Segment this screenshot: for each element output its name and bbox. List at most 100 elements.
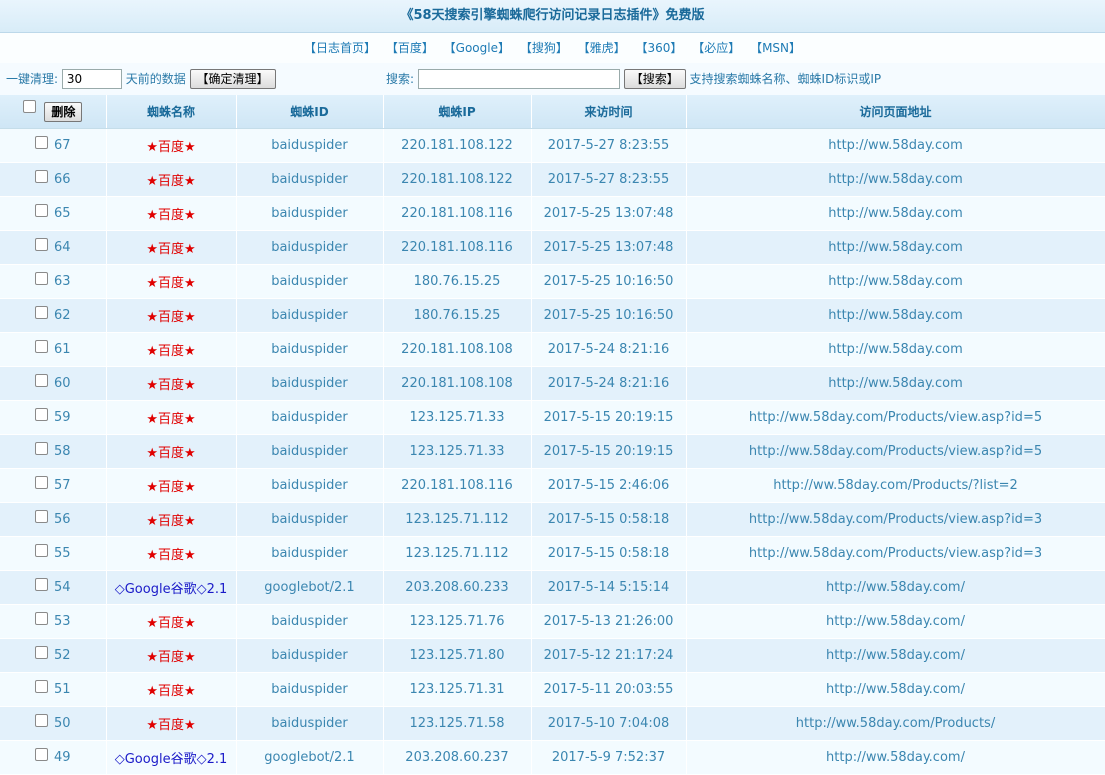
row-checkbox[interactable] (34, 204, 48, 217)
spider-name: ◇Google谷歌◇2.1 (106, 570, 237, 605)
column-header-spider-id: 蜘蛛ID (236, 95, 384, 129)
page-url[interactable]: http://ww.58day.com (686, 162, 1105, 197)
delete-button[interactable]: 删除 (44, 101, 83, 122)
confirm-clean-button[interactable]: 【确定清理】 (189, 69, 276, 89)
nav-360[interactable]: 【360】 (636, 41, 683, 55)
spider-name: ★百度★ (106, 332, 237, 367)
spider-name: ★百度★ (106, 502, 237, 537)
spider-ip: 123.125.71.112 (383, 536, 532, 571)
clean-group: 一键清理: 天前的数据 【确定清理】 (6, 69, 276, 89)
column-header-visit-time: 来访时间 (531, 95, 687, 129)
row-checkbox[interactable] (34, 612, 48, 625)
page-url[interactable]: http://ww.58day.com (686, 196, 1105, 231)
row-checkbox[interactable] (34, 578, 48, 591)
record-id: 66 (53, 172, 71, 187)
row-checkbox[interactable] (34, 170, 48, 183)
nav-log-home[interactable]: 【日志首页】 (304, 41, 376, 55)
select-cell: 61 (0, 332, 107, 367)
row-checkbox[interactable] (34, 136, 48, 149)
row-checkbox[interactable] (34, 748, 48, 761)
spider-ip: 123.125.71.33 (383, 400, 532, 435)
page-url[interactable]: http://ww.58day.com/Products/view.asp?id… (686, 536, 1105, 571)
row-checkbox[interactable] (34, 544, 48, 557)
spider-id: baiduspider (236, 706, 384, 741)
spider-id: baiduspider (236, 638, 384, 673)
spider-ip: 123.125.71.33 (383, 434, 532, 469)
table-row: 65 ★百度★ baiduspider 220.181.108.116 2017-5-2… (0, 196, 1105, 231)
row-checkbox[interactable] (34, 408, 48, 421)
spider-ip: 220.181.108.122 (383, 128, 532, 163)
row-checkbox[interactable] (34, 510, 48, 523)
search-hint: 支持搜索蜘蛛名称、蜘蛛ID标识或IP (689, 72, 882, 86)
search-button[interactable]: 【搜索】 (623, 69, 686, 89)
record-id: 54 (53, 580, 71, 595)
spider-id: baiduspider (236, 366, 384, 401)
page-url[interactable]: http://ww.58day.com/Products/view.asp?id… (686, 502, 1105, 537)
spider-id: baiduspider (236, 230, 384, 265)
spider-ip: 220.181.108.108 (383, 366, 532, 401)
spider-ip: 180.76.15.25 (383, 298, 532, 333)
spider-ip: 220.181.108.116 (383, 230, 532, 265)
page-url[interactable]: http://ww.58day.com/Products/view.asp?id… (686, 434, 1105, 469)
spider-ip: 123.125.71.112 (383, 502, 532, 537)
nav-baidu[interactable]: 【百度】 (386, 41, 434, 55)
spider-ip: 203.208.60.233 (383, 570, 532, 605)
spider-name: ★百度★ (106, 128, 237, 163)
table-row: 54 ◇Google谷歌◇2.1 googlebot/2.1 203.208.60.2… (0, 570, 1105, 605)
page-url[interactable]: http://ww.58day.com/ (686, 638, 1105, 673)
select-cell: 58 (0, 434, 107, 469)
visit-time: 2017-5-15 20:19:15 (531, 434, 687, 469)
row-checkbox[interactable] (34, 646, 48, 659)
page-url[interactable]: http://ww.58day.com (686, 298, 1105, 333)
row-checkbox[interactable] (34, 680, 48, 693)
nav-google[interactable]: 【Google】 (444, 41, 510, 55)
spider-id: baiduspider (236, 468, 384, 503)
nav-msn[interactable]: 【MSN】 (750, 41, 801, 55)
page-url[interactable]: http://ww.58day.com/ (686, 604, 1105, 639)
spider-id: baiduspider (236, 196, 384, 231)
visit-time: 2017-5-25 13:07:48 (531, 196, 687, 231)
nav-yahoo[interactable]: 【雅虎】 (578, 41, 626, 55)
row-checkbox[interactable] (34, 714, 48, 727)
row-checkbox[interactable] (34, 442, 48, 455)
visit-time: 2017-5-27 8:23:55 (531, 162, 687, 197)
row-checkbox[interactable] (34, 272, 48, 285)
page-url[interactable]: http://ww.58day.com (686, 264, 1105, 299)
spider-name: ★百度★ (106, 468, 237, 503)
select-all-checkbox[interactable] (23, 99, 37, 113)
page-url[interactable]: http://ww.58day.com/ (686, 672, 1105, 707)
page-url[interactable]: http://ww.58day.com (686, 128, 1105, 163)
row-checkbox[interactable] (34, 306, 48, 319)
table-row: 64 ★百度★ baiduspider 220.181.108.116 2017-5-2… (0, 230, 1105, 265)
nav-sogou[interactable]: 【搜狗】 (520, 41, 568, 55)
spider-id: baiduspider (236, 502, 384, 537)
visit-time: 2017-5-24 8:21:16 (531, 332, 687, 367)
record-id: 61 (53, 342, 71, 357)
page-url[interactable]: http://ww.58day.com/ (686, 740, 1105, 775)
select-cell: 49 (0, 740, 107, 775)
page-url[interactable]: http://ww.58day.com/Products/?list=2 (686, 468, 1105, 503)
row-checkbox[interactable] (34, 374, 48, 387)
row-checkbox[interactable] (34, 238, 48, 251)
days-input[interactable] (61, 69, 122, 89)
select-cell: 60 (0, 366, 107, 401)
row-checkbox[interactable] (34, 340, 48, 353)
page-url[interactable]: http://ww.58day.com/Products/view.asp?id… (686, 400, 1105, 435)
visit-time: 2017-5-11 20:03:55 (531, 672, 687, 707)
table-row: 50 ★百度★ baiduspider 123.125.71.58 2017-5-10 … (0, 706, 1105, 741)
nav-bing[interactable]: 【必应】 (692, 41, 740, 55)
page-url[interactable]: http://ww.58day.com/ (686, 570, 1105, 605)
page-url[interactable]: http://ww.58day.com (686, 332, 1105, 367)
record-id: 57 (53, 478, 71, 493)
spider-id: baiduspider (236, 536, 384, 571)
record-id: 55 (53, 546, 71, 561)
search-input[interactable] (417, 69, 620, 89)
row-checkbox[interactable] (34, 476, 48, 489)
record-id: 50 (53, 716, 71, 731)
page-url[interactable]: http://ww.58day.com/Products/ (686, 706, 1105, 741)
spider-id: baiduspider (236, 298, 384, 333)
spider-name: ★百度★ (106, 434, 237, 469)
page-url[interactable]: http://ww.58day.com (686, 366, 1105, 401)
spider-ip: 220.181.108.116 (383, 468, 532, 503)
page-url[interactable]: http://ww.58day.com (686, 230, 1105, 265)
